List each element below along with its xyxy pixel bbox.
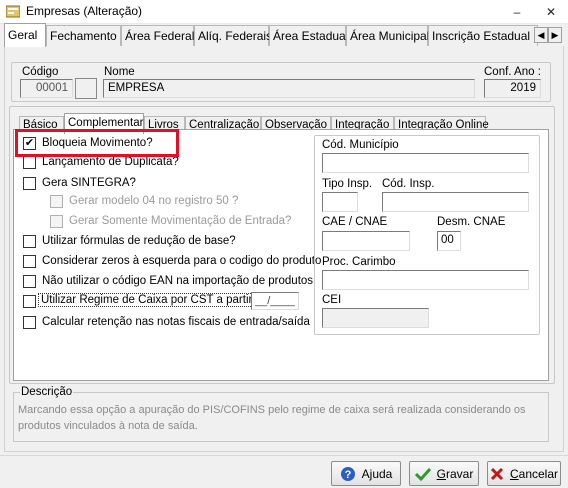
checkmark-icon xyxy=(414,467,431,481)
formulas-reducao-checkbox[interactable] xyxy=(23,235,36,248)
minimize-button[interactable]: – xyxy=(502,0,532,24)
main-tab-strip: Geral Fechamento Área Federal Alíq. Fede… xyxy=(4,23,564,47)
tab-area-federal[interactable]: Área Federal xyxy=(121,25,194,46)
regime-caixa-date-field[interactable]: __/____ xyxy=(251,292,299,310)
gera-sintegra-checkbox[interactable] xyxy=(23,177,36,190)
calcular-retencao-label: Calcular retenção nas notas fiscais de e… xyxy=(42,316,310,328)
gravar-button[interactable]: Gravar xyxy=(409,461,479,486)
cod-municipio-field[interactable] xyxy=(322,153,529,173)
cod-municipio-label: Cód. Município xyxy=(322,139,399,151)
regime-caixa-label: Utilizar Regime de Caixa por CST a parti… xyxy=(38,293,272,307)
ajuda-button-label: Ajuda xyxy=(361,466,393,481)
regime-caixa-checkbox[interactable] xyxy=(23,295,36,308)
nao-utilizar-ean-checkbox[interactable] xyxy=(23,275,36,288)
codigo-label: Código xyxy=(22,66,59,78)
description-text: Marcando essa opção a apuração do PIS/CO… xyxy=(18,404,526,432)
cancel-x-icon xyxy=(490,467,504,480)
nome-label: Nome xyxy=(104,66,135,78)
close-button[interactable]: ✕ xyxy=(536,0,566,24)
cod-insp-label: Cód. Insp. xyxy=(382,178,435,190)
conf-ano-field[interactable]: 2019 xyxy=(484,79,541,98)
proc-carimbo-field[interactable] xyxy=(322,270,529,290)
tab-geral[interactable]: Geral xyxy=(4,23,46,47)
cod-insp-field[interactable] xyxy=(382,192,529,212)
bottom-divider xyxy=(0,455,568,456)
conf-ano-label: Conf. Ano : xyxy=(484,66,541,78)
ajuda-button[interactable]: ? Ajuda xyxy=(331,461,401,486)
cancelar-button[interactable]: Cancelar xyxy=(487,461,561,486)
desm-cnae-field[interactable]: 00 xyxy=(437,231,461,251)
desm-cnae-label: Desm. CNAE xyxy=(437,216,506,228)
gerar-somente-entrada-checkbox[interactable] xyxy=(50,215,63,228)
window-title: Empresas (Alteração) xyxy=(26,4,143,18)
codigo-lookup-button[interactable] xyxy=(75,78,97,99)
zeros-esquerda-checkbox[interactable] xyxy=(23,255,36,268)
gera-sintegra-label: Gera SINTEGRA? xyxy=(42,177,136,189)
gerar-modelo04-label: Gerar modelo 04 no registro 50 ? xyxy=(69,195,239,207)
codigo-field[interactable]: 00001 xyxy=(20,79,73,98)
tab-area-estadual[interactable]: Área Estadual xyxy=(269,25,348,46)
tipo-insp-label: Tipo Insp. xyxy=(322,178,373,190)
cae-cnae-label: CAE / CNAE xyxy=(322,216,388,228)
tab-scroll-left-button[interactable]: ◀ xyxy=(534,27,548,43)
tab-aliq-federais[interactable]: Alíq. Federais xyxy=(194,25,272,46)
description-label: Descrição xyxy=(20,386,74,398)
cei-field[interactable] xyxy=(322,308,429,328)
formulas-reducao-label: Utilizar fórmulas de redução de base? xyxy=(42,235,236,247)
calcular-retencao-checkbox[interactable] xyxy=(23,316,36,329)
cancelar-button-label: Cancelar xyxy=(509,466,559,481)
gerar-modelo04-checkbox[interactable] xyxy=(50,195,63,208)
tipo-insp-field[interactable] xyxy=(322,192,358,212)
nao-utilizar-ean-label: Não utilizar o código EAN na importação … xyxy=(42,275,314,287)
gravar-button-label: Gravar xyxy=(436,466,474,481)
svg-text:?: ? xyxy=(344,469,351,481)
tab-scroll-right-button[interactable]: ▶ xyxy=(548,27,562,43)
cae-cnae-field[interactable] xyxy=(322,231,410,251)
gerar-somente-entrada-label: Gerar Somente Movimentação de Entrada? xyxy=(69,215,292,227)
tab-area-municipal[interactable]: Área Municipal xyxy=(346,25,429,46)
lancamento-duplicata-label: Lançamento de Duplicata? xyxy=(42,156,179,168)
lancamento-duplicata-checkbox[interactable] xyxy=(23,156,36,169)
tab-fechamento[interactable]: Fechamento xyxy=(46,25,121,46)
proc-carimbo-label: Proc. Carimbo xyxy=(322,256,396,268)
cei-label: CEI xyxy=(322,294,342,306)
help-icon: ? xyxy=(340,466,355,481)
nome-field[interactable]: EMPRESA xyxy=(103,79,475,98)
tab-inscricao-estadual[interactable]: Inscrição Estadual S xyxy=(428,25,538,46)
highlight-box xyxy=(15,129,179,157)
zeros-esquerda-label: Considerar zeros à esquerda para o codig… xyxy=(42,255,322,267)
app-icon xyxy=(6,5,20,18)
